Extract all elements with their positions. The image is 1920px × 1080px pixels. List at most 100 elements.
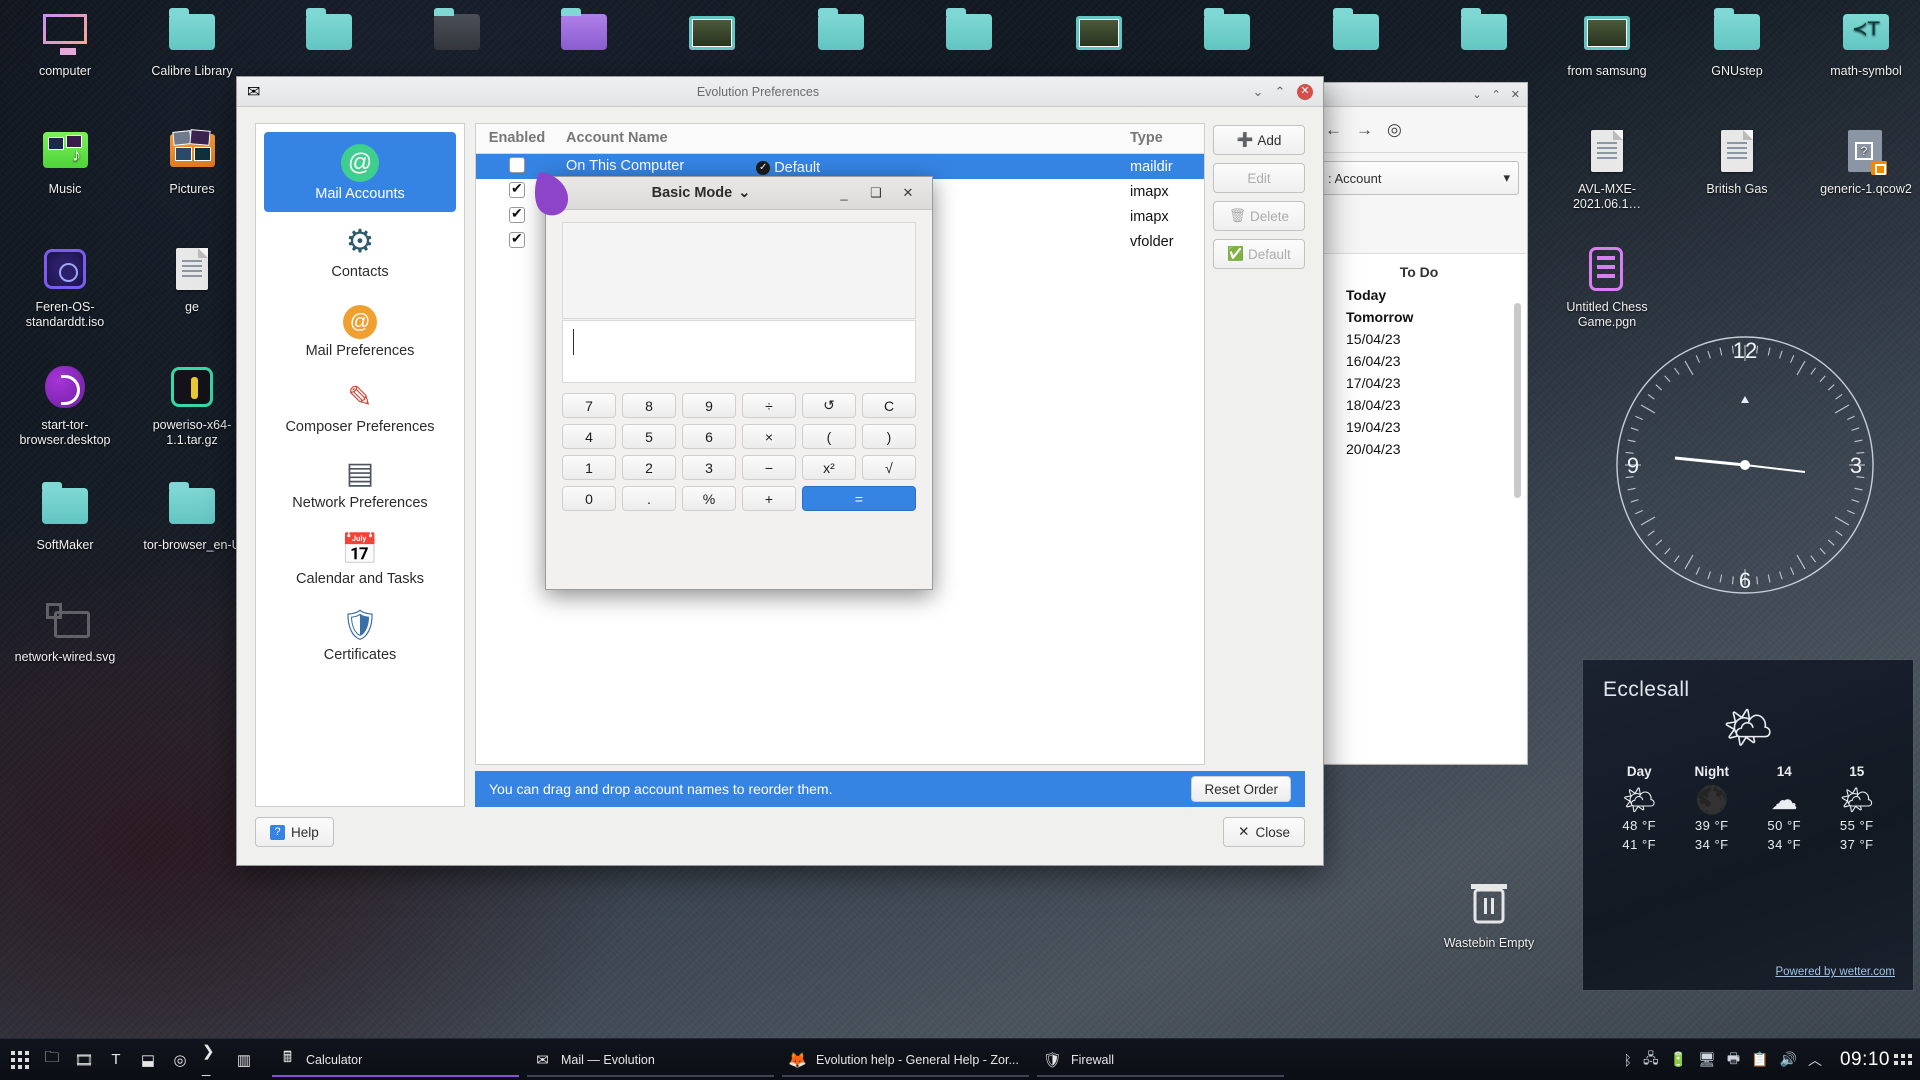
system-tray[interactable]: ᛒ 🖧 🔋 🖥 🖶 📋 🔊 ︿ <box>1610 1048 1836 1072</box>
text-editor-icon[interactable]: T <box>106 1050 126 1070</box>
todo-item[interactable]: Today <box>1346 284 1526 306</box>
calc-key-2[interactable]: 2 <box>622 455 676 480</box>
chevron-down-icon[interactable]: ▾ <box>1503 170 1510 186</box>
desktop-icon-ge[interactable]: ge <box>133 244 251 315</box>
account-selector[interactable]: : Account ▾ <box>1319 161 1519 195</box>
calc-key-÷[interactable]: ÷ <box>742 393 796 418</box>
evolution-main-titlebar[interactable]: ⌄ ⌃ ✕ <box>1311 83 1527 107</box>
file-manager-icon[interactable]: 🗀 <box>42 1049 62 1070</box>
taskbar-clock[interactable]: 09:10 <box>1836 1049 1894 1071</box>
refresh-icon[interactable]: ◎ <box>1387 120 1402 140</box>
desktop[interactable]: computer Calibre Library Music Pictures Fere… <box>0 0 1920 1080</box>
bluetooth-icon[interactable]: ᛒ <box>1624 1052 1632 1068</box>
calc-key-6[interactable]: 6 <box>682 424 736 449</box>
enabled-checkbox[interactable] <box>509 156 525 173</box>
todo-list[interactable]: Today Tomorrow 15/04/23 16/04/23 17/04/23 18/… <box>1312 284 1526 460</box>
network-icon[interactable]: 🖧 <box>1643 1048 1659 1072</box>
preferences-maximize-button[interactable]: ⌃ <box>1269 84 1291 100</box>
calc-key-=[interactable]: = <box>802 486 916 511</box>
chevron-down-icon[interactable]: ⌄ <box>738 185 750 201</box>
desktop-icon-math-symbol[interactable]: math-symbol <box>1807 8 1920 79</box>
sidebar-item-mail-accounts[interactable]: @ Mail Accounts <box>264 132 456 212</box>
desktop-icon-tor-browser-folder[interactable]: tor-browser_en-U <box>133 482 251 553</box>
help-button[interactable]: ? Help <box>255 817 334 847</box>
calc-key-x²[interactable]: x² <box>802 455 856 480</box>
sidebar-item-network-preferences[interactable]: ▤ Network Preferences <box>264 445 456 521</box>
desktop-icon-british-gas[interactable]: British Gas <box>1678 126 1796 197</box>
archive-tool-icon[interactable]: ⬓ <box>138 1050 158 1070</box>
calculator-window[interactable]: 🖩 Basic Mode ⌄ _ ❑ ✕ 789÷↺C 456×() 123−x²√… <box>545 176 933 590</box>
printer-icon[interactable]: 🖶 <box>1727 1048 1740 1072</box>
sidebar-item-composer-preferences[interactable]: ✎ Composer Preferences <box>264 369 456 445</box>
preferences-minimize-button[interactable]: ⌄ <box>1247 84 1269 100</box>
desktop-icon-untitled-chess-game[interactable]: Untitled Chess Game.pgn <box>1548 244 1666 331</box>
calculator-close-button[interactable]: ✕ <box>892 185 924 201</box>
todo-item[interactable]: 20/04/23 <box>1346 438 1526 460</box>
taskbar[interactable]: 🗀 🎞 T ⬓ ◎ ❯_ ▥ 🖩 Calculator ✉ Mail — Evolution… <box>0 1038 1920 1080</box>
maximize-icon[interactable]: ⌃ <box>1492 88 1501 101</box>
desktop-icon-folder-top-3[interactable] <box>525 8 643 64</box>
desktop-icon-poweriso[interactable]: poweriso-x64-1.1.tar.gz <box>133 362 251 449</box>
todo-item[interactable]: 19/04/23 <box>1346 416 1526 438</box>
desktop-icon-avl-mxe[interactable]: AVL-MXE-2021.06.1… <box>1548 126 1666 213</box>
calc-key-([interactable]: ( <box>802 424 856 449</box>
mixer-icon[interactable]: ▥ <box>234 1050 254 1070</box>
sidebar-item-certificates[interactable]: 🛡 Certificates <box>264 597 456 673</box>
enabled-checkbox[interactable] <box>509 230 525 248</box>
weather-widget[interactable]: Ecclesall 🌤 Day 🌤 48 °F 41 °F Night 🌑 39 … <box>1583 660 1913 990</box>
sidebar-item-calendar-and-tasks[interactable]: 📅 Calendar and Tasks <box>264 521 456 597</box>
terminal-icon[interactable]: ❯_ <box>202 1043 222 1077</box>
calc-key-0[interactable]: 0 <box>562 486 616 511</box>
battery-icon[interactable]: 🔋 <box>1670 1051 1687 1068</box>
calculator-maximize-button[interactable]: ❑ <box>860 185 892 201</box>
sidebar-item-contacts[interactable]: ⚙ Contacts <box>264 212 456 290</box>
desktop-icon-folder-top-1[interactable] <box>270 8 388 64</box>
app-menu-icon[interactable] <box>10 1050 30 1070</box>
desktop-icon-folder-top-4[interactable] <box>653 8 771 64</box>
desktop-icon-generic-1-qcow2[interactable]: ? generic-1.qcow2 <box>1807 126 1920 197</box>
calc-key-↺[interactable]: ↺ <box>802 393 856 418</box>
calc-key-C[interactable]: C <box>862 393 916 418</box>
desktop-icon-folder-top-6[interactable] <box>910 8 1028 64</box>
weather-credit-link[interactable]: Powered by wetter.com <box>1775 966 1895 978</box>
enabled-checkbox[interactable] <box>509 180 525 198</box>
taskbar-task-calculator[interactable]: 🖩 Calculator <box>268 1039 523 1080</box>
todo-item[interactable]: 16/04/23 <box>1346 350 1526 372</box>
desktop-icon-folder-top-8[interactable] <box>1168 8 1286 64</box>
calc-key-×[interactable]: × <box>742 424 796 449</box>
desktop-icon-softmaker[interactable]: SoftMaker <box>6 482 124 553</box>
taskbar-task-mail[interactable]: ✉ Mail — Evolution <box>523 1039 778 1080</box>
forward-arrow-icon[interactable]: → <box>1356 120 1373 140</box>
calculator-mode-selector[interactable]: Basic Mode ⌄ <box>574 185 828 201</box>
desktop-icon-computer[interactable]: computer <box>6 8 124 79</box>
reset-order-button[interactable]: Reset Order <box>1191 776 1291 802</box>
desktop-icon-feren-os-iso[interactable]: Feren-OS-standarddt.iso <box>6 244 124 331</box>
todo-item[interactable]: 15/04/23 <box>1346 328 1526 350</box>
evolution-nav-bar[interactable]: ← → ◎ <box>1311 107 1527 153</box>
calculator-keypad[interactable]: 7 8 9 ÷ ↺ C 4 5 6 ×() 1 2 3− x² √ 0.% + = <box>562 393 916 511</box>
desktop-icon-folder-top-7[interactable] <box>1040 8 1158 64</box>
calc-key-)[interactable]: ) <box>862 424 916 449</box>
taskbar-task-list[interactable]: 🖩 Calculator ✉ Mail — Evolution 🦊 Evolut… <box>268 1039 1610 1080</box>
chevron-up-icon[interactable]: ︿ <box>1808 1050 1822 1070</box>
calc-key-−[interactable]: − <box>742 455 796 480</box>
calc-key-3[interactable]: 3 <box>682 455 736 480</box>
todo-item[interactable]: 18/04/23 <box>1346 394 1526 416</box>
calculator-entry-field[interactable] <box>562 320 916 383</box>
video-player-icon[interactable]: 🎞 <box>74 1050 94 1070</box>
display-icon[interactable]: 🖥 <box>1698 1051 1716 1068</box>
desktop-icon-gnustep[interactable]: GNUstep <box>1678 8 1796 79</box>
desktop-icon-music[interactable]: Music <box>6 126 124 197</box>
desktop-icon-folder-top-10[interactable] <box>1425 8 1543 64</box>
calc-key-+[interactable]: + <box>742 486 796 511</box>
calc-key-5[interactable]: 5 <box>622 424 676 449</box>
preferences-sidebar[interactable]: @ Mail Accounts ⚙ Contacts @ Mail Preferen… <box>255 123 465 807</box>
calc-key-9[interactable]: 9 <box>682 393 736 418</box>
taskbar-launchers[interactable]: 🗀 🎞 T ⬓ ◎ ❯_ ▥ <box>0 1043 268 1077</box>
minimize-icon[interactable]: ⌄ <box>1472 88 1481 101</box>
desktop-icon-pictures[interactable]: Pictures <box>133 126 251 197</box>
desktop-icon-folder-top-9[interactable] <box>1297 8 1415 64</box>
desktop-icon-network-wired-svg[interactable]: network-wired.svg <box>6 594 124 665</box>
desktop-icon-folder-top-5[interactable] <box>782 8 900 64</box>
desktop-icon-folder-top-2[interactable] <box>398 8 516 64</box>
